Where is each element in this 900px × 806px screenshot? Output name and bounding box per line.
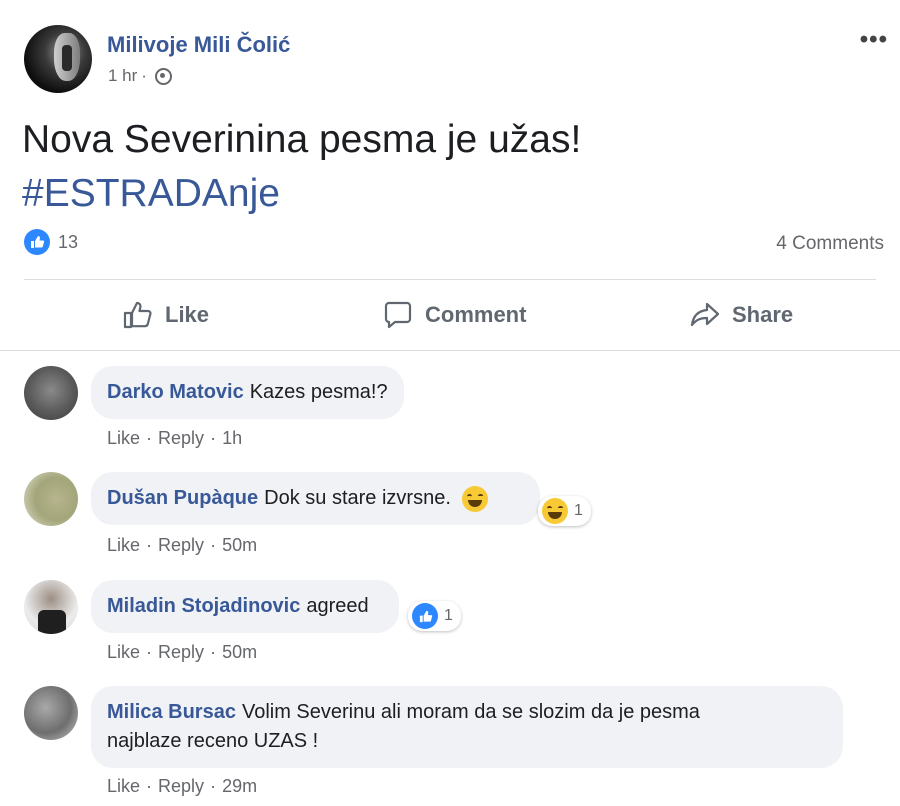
comment-reply-link[interactable]: Reply <box>158 535 204 555</box>
comment-time[interactable]: 50m <box>222 535 257 555</box>
comment-bubble: Miladin Stojadinovic agreed <box>91 580 399 633</box>
commenter-name[interactable]: Dušan Pupàque <box>107 487 258 509</box>
comment-reaction-pill[interactable]: 1 <box>408 601 461 631</box>
separator-dot: · <box>210 428 217 448</box>
comment-like-link[interactable]: Like <box>107 535 140 555</box>
thumbs-up-icon <box>412 603 438 629</box>
comment-like-link[interactable]: Like <box>107 776 140 796</box>
comment-bubble: Dušan Pupàque Dok su stare izvrsne. <box>91 472 541 525</box>
comment-text: Dok su stare izvrsne. <box>264 487 451 509</box>
comment-text: najblaze receno UZAS ! <box>107 730 319 752</box>
separator-dot: · <box>210 642 217 662</box>
separator-dot: · <box>146 776 153 796</box>
separator-dot: · <box>146 428 153 448</box>
comment-time[interactable]: 29m <box>222 776 257 796</box>
globe-icon[interactable] <box>154 67 172 85</box>
comment-like-link[interactable]: Like <box>107 428 140 448</box>
thumbs-up-icon <box>24 229 50 255</box>
comment-actions: Like · Reply · 50m <box>107 535 257 556</box>
commenter-name[interactable]: Darko Matovic <box>107 381 244 403</box>
divider <box>24 279 876 280</box>
avatar[interactable] <box>24 686 78 740</box>
like-button[interactable]: Like <box>121 290 209 340</box>
post-action-bar: Like Comment Share <box>0 290 900 340</box>
comment-actions: Like · Reply · 50m <box>107 642 257 663</box>
avatar[interactable] <box>24 580 78 634</box>
comment-reaction-count: 1 <box>444 607 453 624</box>
avatar[interactable] <box>24 472 78 526</box>
comment-reply-link[interactable]: Reply <box>158 642 204 662</box>
comment-button[interactable]: Comment <box>381 290 526 340</box>
separator-dot: · <box>210 776 217 796</box>
author-avatar[interactable] <box>24 25 92 93</box>
like-button-label: Like <box>165 302 210 327</box>
comment-reaction-pill[interactable]: 1 <box>538 496 591 526</box>
post-time[interactable]: 1 hr <box>108 66 137 86</box>
post-text: Nova Severinina pesma je užas! #ESTRADAn… <box>22 113 581 221</box>
comment-reaction-count: 1 <box>574 502 583 519</box>
comment-actions: Like · Reply · 1h <box>107 428 242 449</box>
commenter-name[interactable]: Milica Bursac <box>107 701 236 723</box>
laugh-emoji-icon <box>542 498 568 524</box>
separator-dot: · <box>146 642 153 662</box>
post-author-name[interactable]: Milivoje Mili Čolić <box>107 32 290 58</box>
thumbs-up-icon <box>123 301 152 329</box>
comment-time[interactable]: 50m <box>222 642 257 662</box>
separator-dot: · <box>146 535 153 555</box>
comment-text: Kazes pesma!? <box>249 381 388 403</box>
hashtag-link[interactable]: #ESTRADAnje <box>22 167 581 221</box>
reaction-count: 13 <box>58 231 79 252</box>
comments-count-link[interactable]: 4 Comments <box>776 233 884 255</box>
comment-bubble: Milica Bursac Volim Severinu ali moram da… <box>91 686 843 768</box>
separator-dot: · <box>141 66 147 85</box>
share-button-label: Share <box>732 302 794 327</box>
comment-actions: Like · Reply · 29m <box>107 776 257 797</box>
more-options-button[interactable]: ••• <box>860 26 888 54</box>
separator-dot: · <box>210 535 217 555</box>
comment-like-link[interactable]: Like <box>107 642 140 662</box>
comment-text: agreed <box>306 595 369 617</box>
comment-reply-link[interactable]: Reply <box>158 776 204 796</box>
post-meta: 1 hr · <box>108 66 172 86</box>
avatar[interactable] <box>24 366 78 420</box>
laugh-emoji-icon <box>462 485 489 512</box>
comment-button-label: Comment <box>425 302 527 327</box>
post-text-line: Nova Severinina pesma je užas! <box>22 118 582 161</box>
reaction-summary[interactable]: 13 <box>24 229 78 255</box>
comment-text: Volim Severinu ali moram da se slozim da… <box>241 701 700 723</box>
facebook-post: Milivoje Mili Čolić 1 hr · ••• Nova Seve… <box>0 0 900 806</box>
share-button[interactable]: Share <box>688 290 793 340</box>
comment-time[interactable]: 1h <box>222 428 242 448</box>
share-arrow-icon <box>690 302 720 327</box>
commenter-name[interactable]: Miladin Stojadinovic <box>107 595 300 617</box>
comment-bubble-icon <box>384 301 412 329</box>
comment-bubble: Darko Matovic Kazes pesma!? <box>91 366 404 419</box>
comment-reply-link[interactable]: Reply <box>158 428 204 448</box>
